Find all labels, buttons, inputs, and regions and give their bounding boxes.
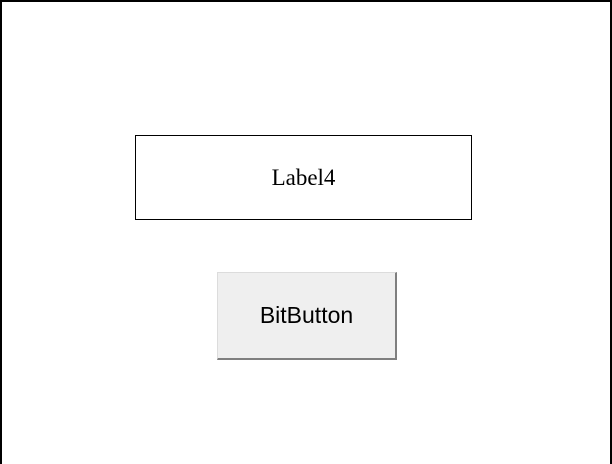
form-window: Label4 BitButton: [0, 0, 612, 464]
label-box: Label4: [135, 135, 472, 220]
bit-button-label: BitButton: [259, 302, 354, 328]
label-text: Label4: [271, 164, 336, 190]
bit-button[interactable]: BitButton: [217, 272, 397, 360]
